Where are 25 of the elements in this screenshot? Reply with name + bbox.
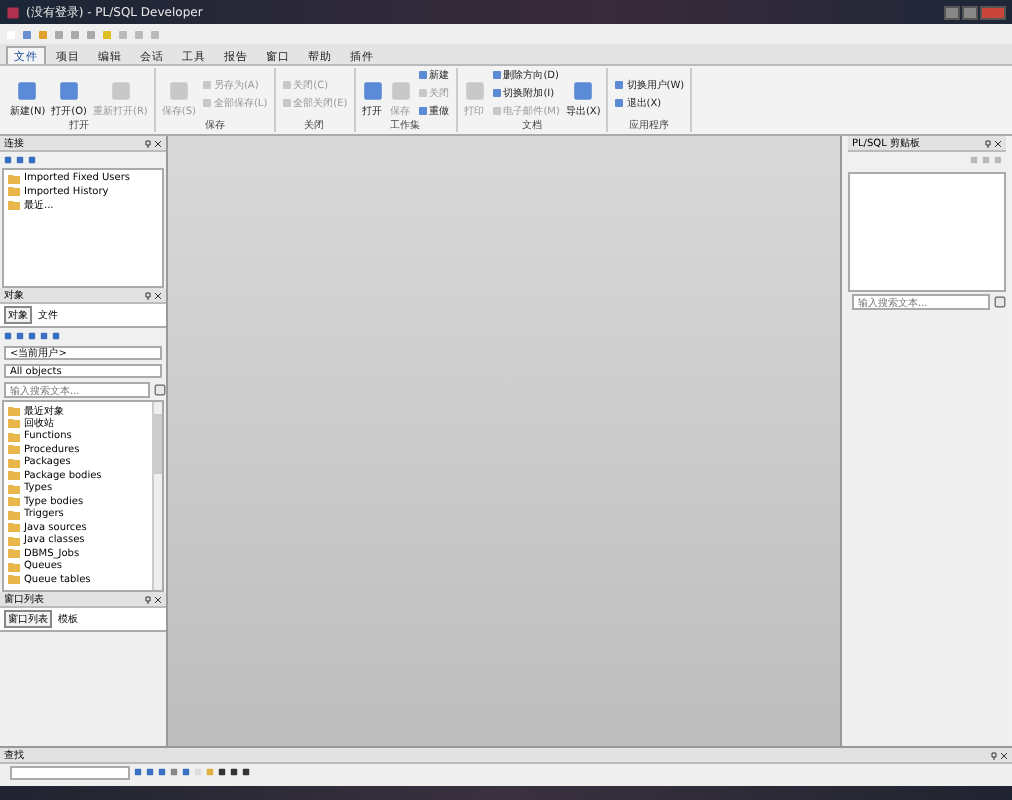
find-field[interactable] (10, 765, 130, 779)
page-icon (994, 296, 1006, 308)
pin-icon[interactable] (990, 751, 998, 759)
command-icon (16, 80, 39, 102)
command-icon (361, 80, 384, 102)
close-icon[interactable] (1000, 751, 1008, 759)
pin-icon[interactable] (144, 139, 152, 147)
maximize-button[interactable] (962, 5, 978, 19)
command-icon (463, 80, 486, 102)
close-button[interactable] (980, 5, 1006, 19)
close-icon[interactable] (154, 595, 162, 603)
command-icon (167, 80, 190, 102)
command-icon (389, 80, 412, 102)
close-icon[interactable] (154, 139, 162, 147)
close-icon[interactable] (994, 139, 1002, 147)
minimize-button[interactable] (944, 5, 960, 19)
pin-icon[interactable] (144, 291, 152, 299)
scrollbar[interactable] (152, 402, 162, 590)
command-icon (109, 80, 132, 102)
command-icon (58, 80, 81, 102)
pin-icon[interactable] (144, 595, 152, 603)
app-icon (6, 5, 20, 19)
pin-icon[interactable] (984, 139, 992, 147)
close-icon[interactable] (154, 291, 162, 299)
command-icon (572, 80, 595, 102)
